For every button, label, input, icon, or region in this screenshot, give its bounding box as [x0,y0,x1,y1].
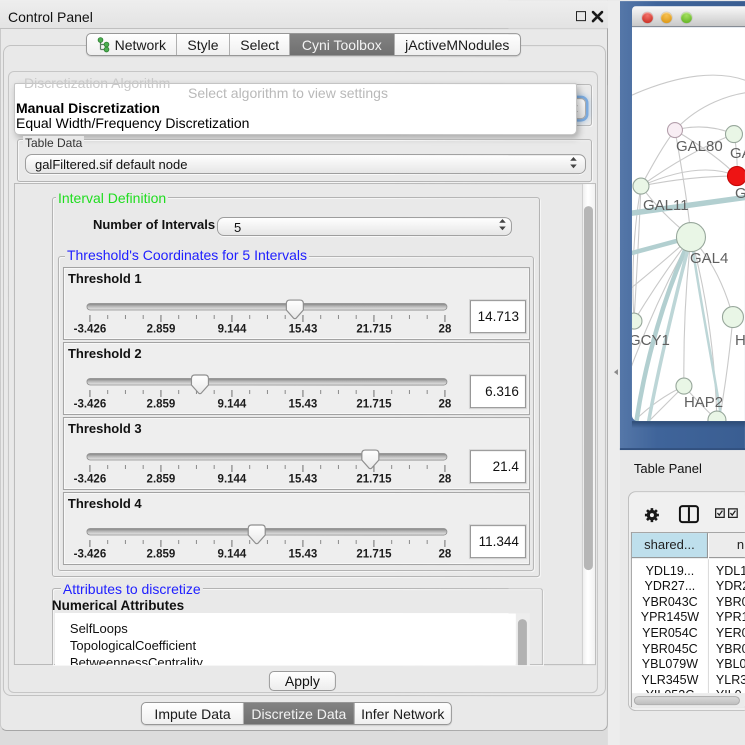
svg-text:28: 28 [439,324,452,336]
svg-text:28: 28 [439,474,452,486]
svg-text:2.859: 2.859 [147,474,176,486]
svg-text:G: G [735,185,745,202]
svg-text:GAL4: GAL4 [690,250,728,267]
svg-text:GA: GA [730,145,745,162]
svg-text:-3.426: -3.426 [74,549,107,561]
svg-text:15.43: 15.43 [289,399,318,411]
svg-text:9.144: 9.144 [218,324,247,336]
svg-text:-3.426: -3.426 [74,324,107,336]
svg-text:-3.426: -3.426 [74,399,107,411]
svg-text:15.43: 15.43 [289,549,318,561]
svg-text:2.859: 2.859 [147,399,176,411]
svg-text:GCY1: GCY1 [632,332,670,349]
svg-text:2.859: 2.859 [147,549,176,561]
svg-text:21.715: 21.715 [356,549,392,561]
svg-text:HAP2: HAP2 [684,394,723,411]
svg-text:21.715: 21.715 [356,399,392,411]
svg-text:21.715: 21.715 [356,324,392,336]
svg-text:9.144: 9.144 [218,549,247,561]
svg-text:GAL11: GAL11 [643,197,689,214]
svg-text:15.43: 15.43 [289,474,318,486]
svg-text:28: 28 [439,549,452,561]
svg-text:GAL80: GAL80 [676,138,723,155]
svg-text:H: H [735,332,745,349]
svg-text:-3.426: -3.426 [74,474,107,486]
svg-text:28: 28 [439,399,452,411]
svg-text:2.859: 2.859 [147,324,176,336]
svg-text:21.715: 21.715 [356,474,392,486]
svg-text:9.144: 9.144 [218,399,247,411]
svg-text:9.144: 9.144 [218,474,247,486]
svg-text:15.43: 15.43 [289,324,318,336]
